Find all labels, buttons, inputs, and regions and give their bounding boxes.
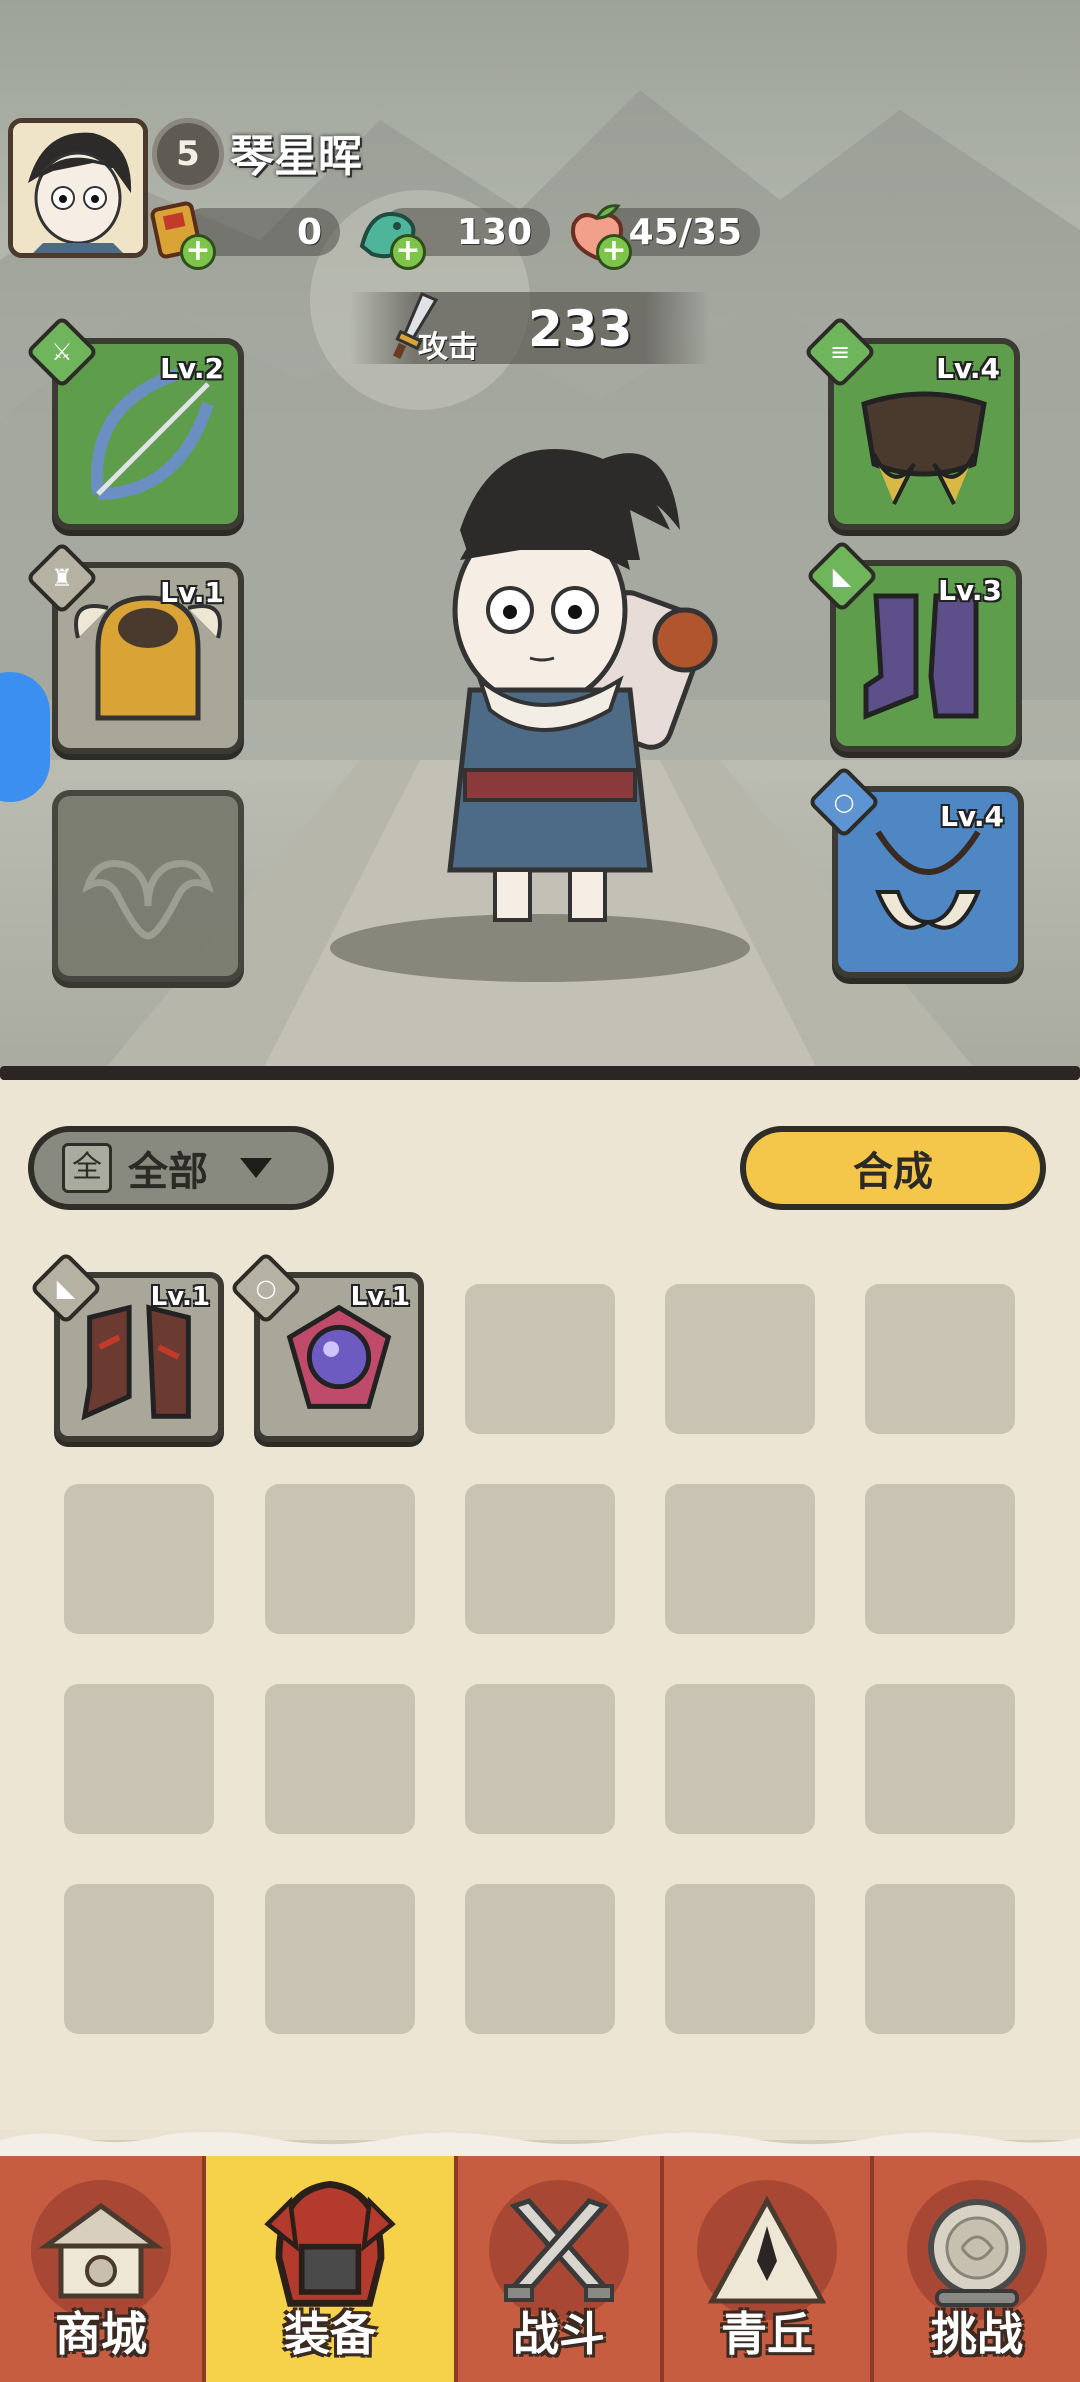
chevron-down-icon <box>240 1158 272 1178</box>
armor-tag-icon: ♜ <box>51 564 73 592</box>
nav-tab-equipment[interactable]: 装备 <box>206 2156 458 2382</box>
nav-tab-battle[interactable]: 战斗 <box>458 2156 664 2382</box>
inventory-empty-cell[interactable] <box>865 1484 1015 1634</box>
nav-label-challenge: 挑战 <box>931 2307 1023 2361</box>
ring-tag-icon: ○ <box>833 788 855 816</box>
equip-weapon-level: Lv.2 <box>160 352 224 385</box>
equip-necklace-level: Lv.4 <box>940 800 1004 833</box>
inventory-empty-cell[interactable] <box>465 1684 615 1834</box>
inventory-empty-cell[interactable] <box>64 1884 214 2034</box>
belt-tag-icon: ≡ <box>829 338 851 366</box>
inventory-empty-cell[interactable] <box>64 1684 214 1834</box>
attack-label: 攻击 <box>418 330 478 365</box>
mountain-icon <box>707 2195 827 2304</box>
inventory-empty-cell[interactable] <box>465 1484 615 1634</box>
inventory-empty-cell[interactable] <box>865 1884 1015 2034</box>
amulet-placeholder-icon <box>82 860 214 940</box>
scene-divider <box>0 1066 1080 1080</box>
nav-tab-qingqiu[interactable]: 青丘 <box>664 2156 874 2382</box>
synthesize-button[interactable]: 合成 <box>740 1126 1046 1210</box>
inventory-empty-cell[interactable] <box>465 1284 615 1434</box>
resource-peach-value: 45/35 <box>628 211 742 253</box>
inventory-empty-cell[interactable] <box>865 1284 1015 1434</box>
add-jade-button[interactable]: + <box>390 234 426 270</box>
avatar-portrait-icon <box>13 123 143 253</box>
equipment-icon <box>264 2180 396 2307</box>
player-avatar[interactable] <box>8 118 148 258</box>
inventory-empty-cell[interactable] <box>64 1484 214 1634</box>
nav-torn-edge <box>0 2132 1080 2158</box>
nav-label-equipment: 装备 <box>284 2307 376 2361</box>
nav-label-shop: 商城 <box>55 2307 147 2361</box>
inventory-item-level: Lv.1 <box>350 1282 410 1312</box>
inventory-empty-cell[interactable] <box>465 1884 615 2034</box>
filter-label: 全部 <box>128 1149 208 1195</box>
equip-belt-level: Lv.4 <box>936 352 1000 385</box>
equip-boots-level: Lv.3 <box>938 574 1002 607</box>
nav-label-qingqiu: 青丘 <box>721 2307 813 2361</box>
side-drawer-tab[interactable] <box>0 672 50 802</box>
inventory-empty-cell[interactable] <box>665 1284 815 1434</box>
boot-tag-icon: ◣ <box>832 562 852 590</box>
resource-jade-value: 130 <box>456 211 532 253</box>
nav-tab-challenge[interactable]: 挑战 <box>874 2156 1080 2382</box>
inventory-empty-cell[interactable] <box>665 1484 815 1634</box>
attack-value: 233 <box>528 300 633 358</box>
inventory-empty-cell[interactable] <box>265 1684 415 1834</box>
filter-dropdown[interactable]: 全 全部 <box>28 1126 334 1210</box>
resource-gold-value: 0 <box>296 211 322 253</box>
player-name: 琴星晖 <box>230 131 362 182</box>
shop-icon <box>38 2202 164 2299</box>
equip-slot-amulet[interactable] <box>52 790 244 982</box>
add-peach-button[interactable]: + <box>596 234 632 270</box>
ring-tag-icon: ○ <box>255 1274 277 1302</box>
inventory-empty-cell[interactable] <box>665 1884 815 2034</box>
player-level-badge: 5 <box>152 118 224 190</box>
add-gold-button[interactable]: + <box>180 234 216 270</box>
inventory-empty-cell[interactable] <box>265 1884 415 2034</box>
inventory-item-level: Lv.1 <box>150 1282 210 1312</box>
challenge-orb-icon <box>928 2199 1026 2307</box>
sword-tag-icon: ⚔ <box>51 338 73 366</box>
inventory-empty-cell[interactable] <box>665 1684 815 1834</box>
inventory-empty-cell[interactable] <box>865 1684 1015 1834</box>
boot-tag-icon: ◣ <box>56 1274 76 1302</box>
equip-helmet-level: Lv.1 <box>160 576 224 609</box>
hero-character[interactable] <box>370 430 730 950</box>
filter-category-icon: 全 <box>62 1143 112 1193</box>
nav-label-battle: 战斗 <box>513 2307 605 2361</box>
inventory-empty-cell[interactable] <box>265 1484 415 1634</box>
nav-tab-shop[interactable]: 商城 <box>0 2156 206 2382</box>
crossed-swords-icon <box>504 2198 614 2302</box>
